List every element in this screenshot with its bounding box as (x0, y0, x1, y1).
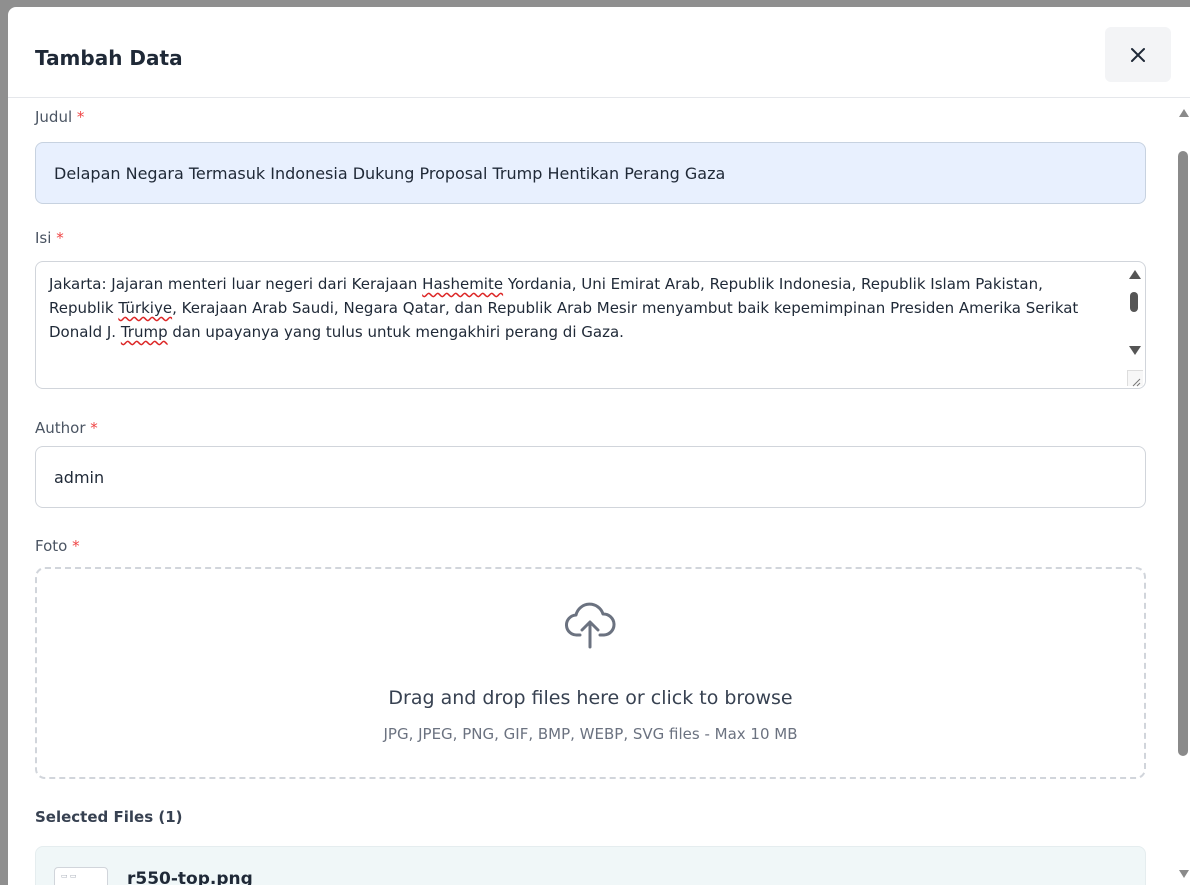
close-icon (1131, 47, 1145, 62)
scroll-up-arrow-icon[interactable] (1129, 270, 1141, 279)
file-item: ▭ ▭ r550-top.png (35, 846, 1146, 885)
scroll-thumb[interactable] (1130, 292, 1138, 312)
isi-text-misspelled: Hashemite (422, 275, 504, 293)
isi-text: dan upayanya yang tulus untuk mengakhiri… (167, 323, 624, 341)
author-input[interactable]: admin (35, 446, 1146, 508)
isi-textarea[interactable]: Jakarta: Jajaran menteri luar negeri dar… (35, 261, 1146, 389)
required-mark: * (90, 419, 98, 437)
judul-value: Delapan Negara Termasuk Indonesia Dukung… (54, 163, 726, 183)
isi-text: Jakarta: Jajaran menteri luar negeri dar… (49, 275, 423, 293)
add-data-modal: Tambah Data Judul * Delapan Negara Terma… (8, 7, 1190, 885)
required-mark: * (72, 537, 80, 555)
scroll-down-arrow-icon[interactable] (1129, 346, 1141, 355)
author-label-text: Author (35, 419, 86, 437)
modal-scrollbar[interactable] (1176, 99, 1190, 885)
scroll-down-arrow-icon[interactable] (1179, 870, 1189, 878)
file-name: r550-top.png (127, 869, 253, 885)
isi-text-misspelled: Türkiye (118, 299, 173, 317)
dropzone-title: Drag and drop files here or click to bro… (388, 687, 793, 709)
modal-body: Judul * Delapan Negara Termasuk Indonesi… (8, 99, 1176, 885)
judul-input[interactable]: Delapan Negara Termasuk Indonesia Dukung… (35, 142, 1146, 204)
modal-title: Tambah Data (35, 46, 183, 70)
dropzone-subtitle: JPG, JPEG, PNG, GIF, BMP, WEBP, SVG file… (383, 725, 798, 743)
file-dropzone[interactable]: Drag and drop files here or click to bro… (35, 567, 1146, 779)
required-mark: * (76, 108, 85, 126)
required-mark: * (56, 229, 64, 247)
cloud-upload-icon (565, 602, 616, 649)
author-value: admin (54, 467, 105, 487)
scroll-up-arrow-icon[interactable] (1179, 109, 1189, 117)
close-button[interactable] (1105, 27, 1171, 82)
scroll-thumb[interactable] (1178, 151, 1188, 756)
judul-label: Judul * (35, 108, 84, 126)
foto-label: Foto * (35, 537, 80, 555)
modal-header: Tambah Data (8, 7, 1190, 98)
author-label: Author * (35, 419, 98, 437)
judul-label-text: Judul (35, 108, 73, 126)
selected-files-title: Selected Files (1) (35, 808, 183, 826)
isi-text-misspelled: Trump (120, 323, 168, 341)
isi-label: Isi * (35, 229, 64, 247)
isi-label-text: Isi (35, 229, 52, 247)
file-thumbnail: ▭ ▭ (54, 867, 108, 885)
textarea-scrollbar[interactable] (1128, 268, 1142, 380)
resize-handle-icon[interactable] (1127, 370, 1143, 387)
foto-label-text: Foto (35, 537, 68, 555)
